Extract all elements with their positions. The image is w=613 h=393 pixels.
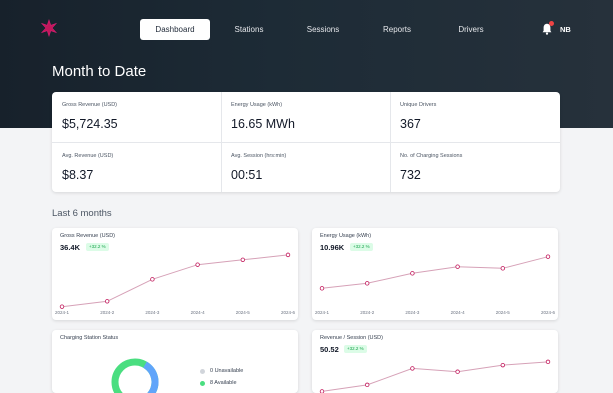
stat-label: Energy Usage (kWh) (231, 102, 283, 108)
data-point[interactable] (500, 266, 505, 271)
data-point[interactable] (195, 262, 200, 267)
x-tick-label: 2024-3 (145, 310, 160, 315)
stats-panel: Gross Revenue (USD) $5,724.35 Energy Usa… (52, 92, 560, 192)
stat-value: $8.37 (62, 168, 94, 182)
divider (52, 142, 560, 143)
stat-label: No. of Charging Sessions (400, 153, 463, 159)
energy-usage-chart-card[interactable]: Energy Usage (kWh) 10.96K +32.2 % 2024-1… (312, 228, 558, 320)
line-chart: 2024-1 2024-2 2024-3 2024-4 2024-5 2024-6 (55, 252, 296, 315)
stat-value: 16.65 MWh (231, 117, 295, 131)
x-tick-label: 2024-6 (281, 310, 296, 315)
x-tick-label: 2024-2 (100, 310, 115, 315)
x-tick-label: 2024-4 (451, 310, 466, 315)
data-point[interactable] (365, 382, 370, 388)
series-line (321, 361, 549, 392)
stat-avg-revenue: Avg. Revenue (USD) $8.37 (52, 143, 221, 193)
data-point[interactable] (365, 281, 370, 286)
data-point[interactable] (240, 257, 245, 262)
line-chart (319, 359, 551, 393)
nav-stations[interactable]: Stations (224, 19, 274, 40)
user-avatar[interactable]: NB (560, 25, 571, 34)
stat-energy-usage: Energy Usage (kWh) 16.65 MWh (221, 92, 390, 142)
data-point[interactable] (410, 366, 415, 371)
section-title: Last 6 months (52, 208, 112, 219)
series-line (321, 256, 549, 289)
stat-label: Avg. Session (hrs:min) (231, 153, 287, 159)
data-point[interactable] (319, 389, 325, 393)
data-point[interactable] (150, 277, 155, 282)
star-logo-icon[interactable] (40, 19, 58, 37)
page-title: Month to Date (52, 63, 147, 80)
stat-value: 732 (400, 168, 421, 182)
data-point[interactable] (59, 304, 65, 309)
gross-revenue-chart-card[interactable]: Gross Revenue (USD) 36.4K +32.2 % 2024-1… (52, 228, 298, 320)
station-status-card[interactable]: Charging Station Status 0 Unavailable 8 … (52, 330, 298, 393)
x-tick-label: 2024-3 (405, 310, 420, 315)
stat-gross-revenue: Gross Revenue (USD) $5,724.35 (52, 92, 221, 142)
data-point[interactable] (319, 286, 325, 291)
x-tick-label: 2024-6 (541, 310, 556, 315)
data-point[interactable] (410, 271, 415, 276)
x-tick-label: 2024-1 (315, 310, 330, 315)
x-tick-label: 2024-4 (191, 310, 206, 315)
stat-label: Avg. Revenue (USD) (62, 153, 114, 159)
stat-avg-session: Avg. Session (hrs:min) 00:51 (221, 143, 390, 193)
series-line (61, 254, 289, 308)
data-point[interactable] (500, 362, 505, 368)
data-point[interactable] (105, 299, 110, 304)
stat-value: 00:51 (231, 168, 263, 182)
nav-dashboard[interactable]: Dashboard (140, 19, 210, 40)
x-tick-label: 2024-1 (55, 310, 70, 315)
stat-label: Gross Revenue (USD) (62, 102, 118, 108)
stat-value: $5,724.35 (62, 117, 118, 131)
donut-chart (111, 358, 159, 393)
revenue-per-session-chart-card[interactable]: Revenue / Session (USD) 50.52 +32.2 % (312, 330, 558, 393)
stat-value: 367 (400, 117, 421, 131)
nav-sessions[interactable]: Sessions (298, 19, 348, 40)
x-tick-label: 2024-5 (236, 310, 251, 315)
line-chart: 2024-1 2024-2 2024-3 2024-4 2024-5 2024-6 (315, 254, 556, 315)
data-point[interactable] (455, 369, 460, 374)
x-tick-label: 2024-5 (496, 310, 511, 315)
stat-label: Unique Drivers (400, 102, 437, 108)
nav-drivers[interactable]: Drivers (446, 19, 496, 40)
data-point[interactable] (285, 252, 291, 258)
data-point[interactable] (545, 254, 551, 259)
data-point[interactable] (455, 264, 460, 269)
data-point[interactable] (545, 359, 551, 365)
stat-unique-drivers: Unique Drivers 367 (390, 92, 559, 142)
stat-charging-sessions: No. of Charging Sessions 732 (390, 143, 559, 193)
x-tick-label: 2024-2 (360, 310, 375, 315)
notification-badge (549, 21, 554, 26)
nav-reports[interactable]: Reports (372, 19, 422, 40)
